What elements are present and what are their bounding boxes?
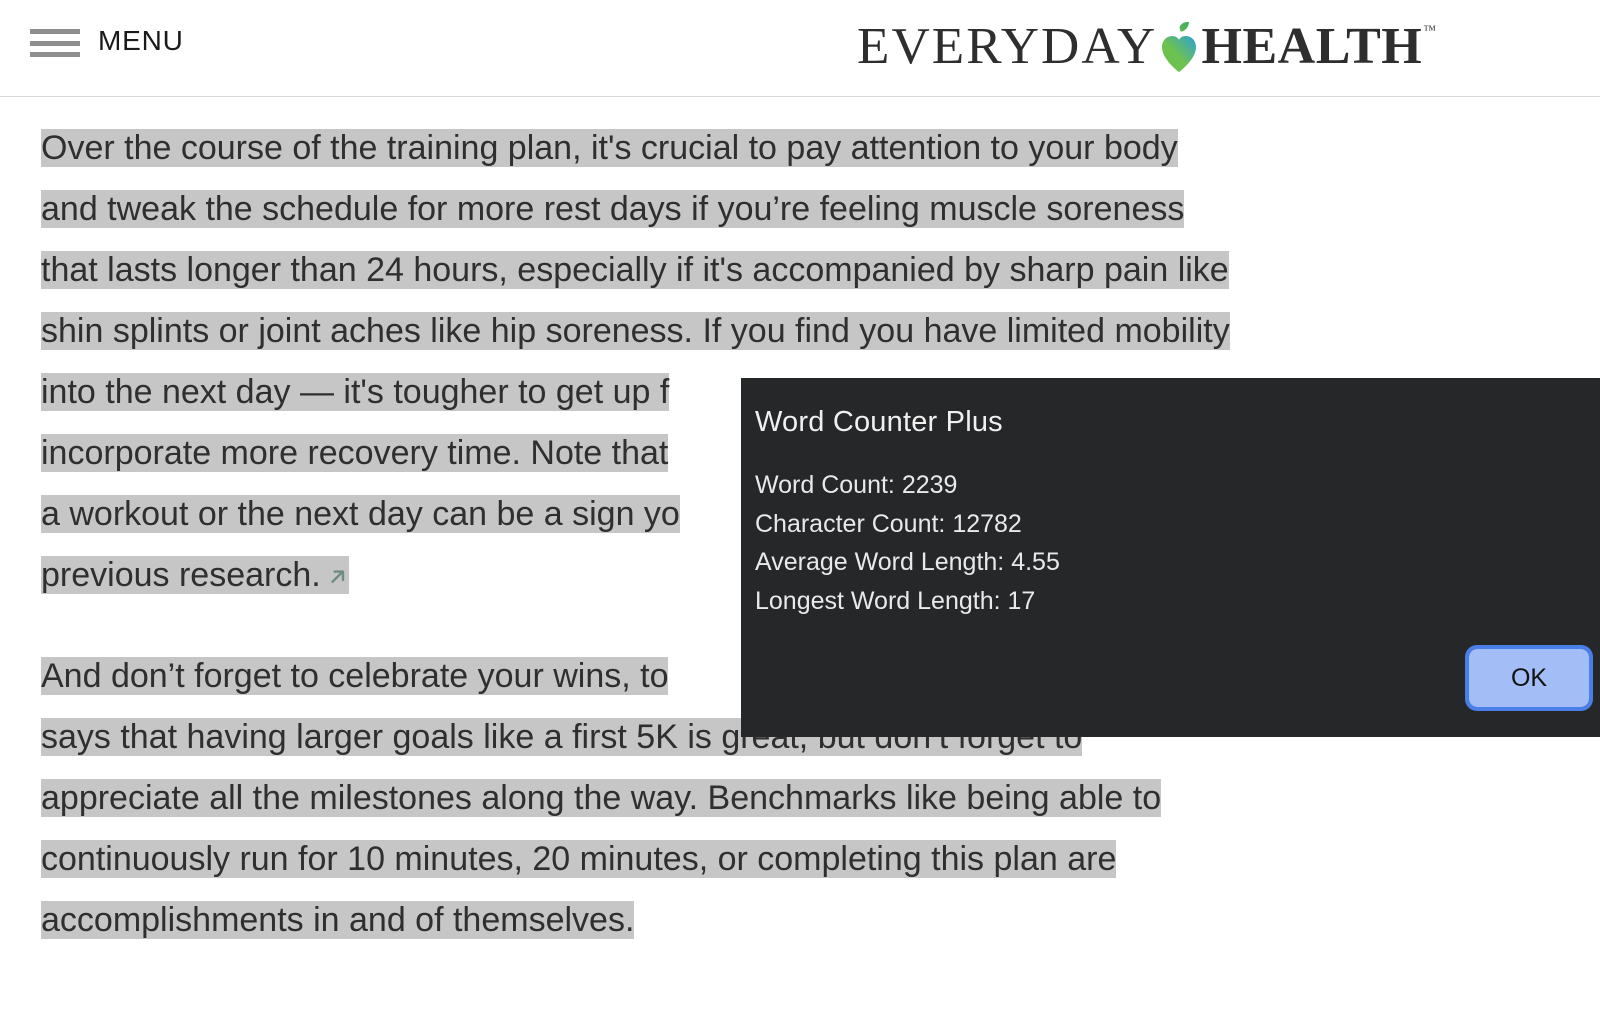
heart-leaf-icon — [1158, 21, 1200, 73]
menu-button[interactable]: MENU — [30, 26, 184, 57]
selected-text: into the next day — it's tougher to get … — [41, 373, 670, 411]
text-line: that lasts longer than 24 hours, especia… — [41, 240, 1230, 301]
selected-text: previous research. — [41, 556, 321, 594]
site-logo[interactable]: EVERYDAY HEALTH ™ — [857, 16, 1436, 78]
selected-text: shin splints or joint aches like hip sor… — [41, 312, 1230, 350]
dialog-stats-list: Word Count: 2239 Character Count: 12782 … — [755, 466, 1060, 620]
hamburger-icon — [30, 26, 80, 57]
logo-trademark-symbol: ™ — [1423, 22, 1436, 37]
text-line: accomplishments in and of themselves. — [41, 890, 1161, 951]
site-header: MENU EVERYDAY HEALTH ™ — [0, 0, 1600, 97]
selected-text: continuously run for 10 minutes, 20 minu… — [41, 840, 1117, 878]
stat-word-count: Word Count: 2239 — [755, 471, 958, 499]
text-line: Over the course of the training plan, it… — [41, 118, 1230, 179]
selected-text: incorporate more recovery time. Note tha… — [41, 434, 669, 472]
stat-longest-word-length: Longest Word Length: 17 — [755, 586, 1036, 615]
selected-text: and tweak the schedule for more rest day… — [41, 190, 1185, 228]
logo-word-everyday: EVERYDAY — [857, 18, 1158, 75]
selected-text: appreciate all the milestones along the … — [41, 779, 1162, 817]
stat-character-count: Character Count: 12782 — [755, 509, 1022, 538]
menu-label: MENU — [98, 24, 184, 56]
stat-average-word-length: Average Word Length: 4.55 — [755, 548, 1060, 576]
text-line: continuously run for 10 minutes, 20 minu… — [41, 829, 1161, 890]
selected-text: And don’t forget to celebrate your wins,… — [41, 657, 669, 695]
hamburger-bar-2 — [30, 40, 80, 46]
word-counter-dialog: Word Counter Plus Word Count: 2239 Chara… — [741, 378, 1600, 737]
selected-text: a workout or the next day can be a sign … — [41, 495, 680, 533]
dialog-title: Word Counter Plus — [755, 406, 1003, 438]
text-line: and tweak the schedule for more rest day… — [41, 179, 1230, 240]
text-line: appreciate all the milestones along the … — [41, 768, 1162, 829]
hamburger-bar-1 — [30, 29, 80, 34]
selected-text-with-link: previous research. — [41, 556, 349, 594]
external-link-arrow-icon[interactable] — [327, 566, 349, 588]
text-line: shin splints or joint aches like hip sor… — [41, 301, 1230, 362]
ok-button[interactable]: OK — [1465, 645, 1593, 711]
hamburger-bar-3 — [30, 52, 80, 57]
selected-text: accomplishments in and of themselves. — [41, 901, 635, 939]
logo-word-health: HEALTH — [1201, 18, 1423, 75]
selected-text: Over the course of the training plan, it… — [41, 129, 1178, 167]
selected-text: that lasts longer than 24 hours, especia… — [41, 251, 1229, 289]
